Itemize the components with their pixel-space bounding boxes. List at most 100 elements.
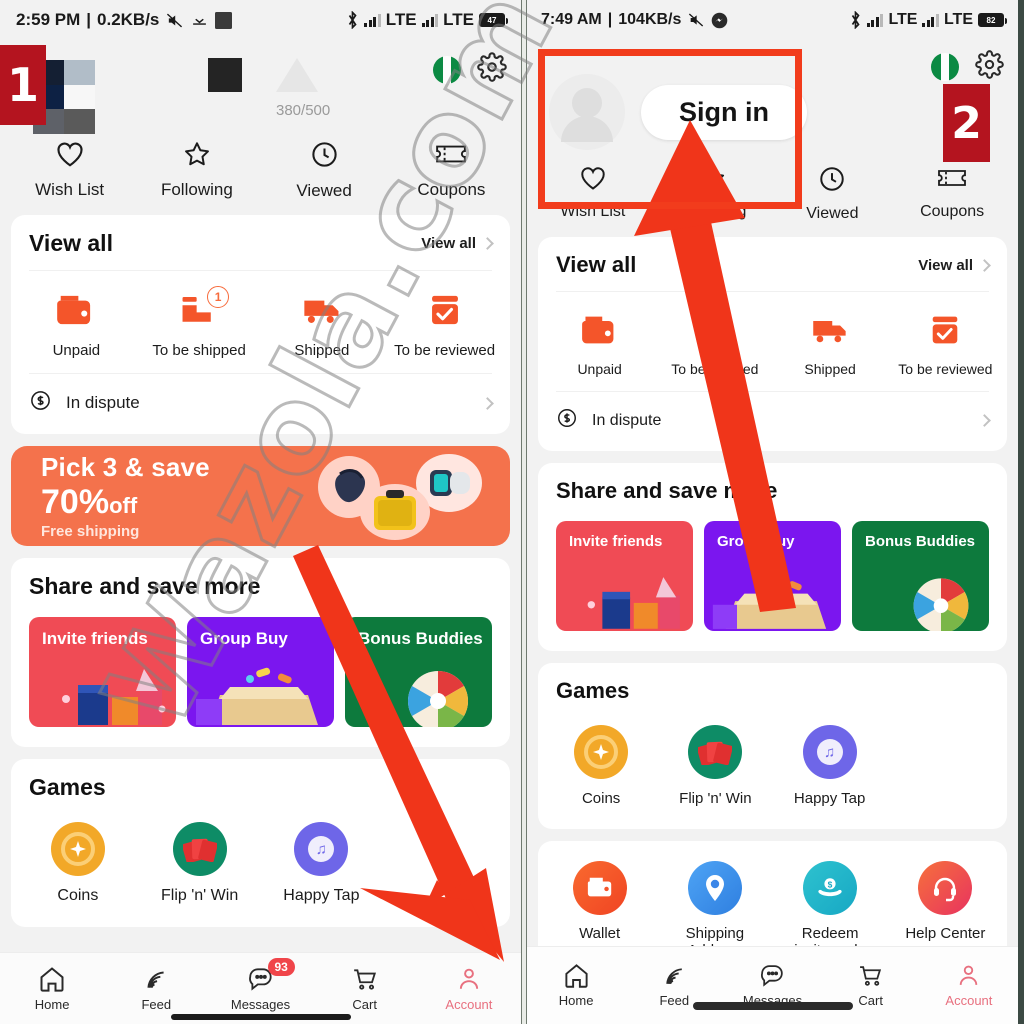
share-tile-bonus-buddies[interactable]: Bonus Buddies (345, 617, 492, 727)
nav-item-feed[interactable]: Feed (104, 966, 208, 1012)
home-indicator (170, 1014, 351, 1020)
quick-link-following[interactable]: Following (133, 140, 260, 201)
order-status-shipped[interactable]: Shipped (261, 293, 384, 359)
in-dispute-row[interactable]: In dispute (538, 392, 1007, 451)
in-dispute-row[interactable]: In dispute (11, 374, 510, 434)
nav-item-home[interactable]: Home (527, 963, 625, 1008)
header-icons-right (931, 50, 1004, 84)
share-tile-group-buy[interactable]: Group Buy (704, 521, 841, 631)
nav-item-account[interactable]: Account (920, 963, 1018, 1008)
status-time: 2:59 PM (16, 10, 81, 29)
cards-icon (172, 822, 227, 876)
service-wallet[interactable]: Wallet (542, 861, 657, 960)
location-pin-icon (687, 861, 742, 915)
svg-text:$: $ (828, 879, 833, 889)
order-status-label: To be shipped (152, 342, 246, 359)
quick-link-label: Coupons (417, 180, 486, 199)
quick-link-viewed[interactable]: Viewed (773, 165, 893, 223)
nav-item-label: Home (558, 993, 594, 1008)
game-flip-n-win[interactable]: Flip 'n' Win (139, 822, 261, 905)
gear-icon[interactable] (975, 50, 1004, 84)
home-icon (40, 966, 64, 992)
battery-icon: 47 (479, 13, 508, 27)
game-happy-tap[interactable]: ♫ Happy Tap (773, 725, 887, 807)
home-icon (565, 964, 588, 988)
nav-item-home[interactable]: Home (0, 966, 104, 1012)
games-card-header: Games (11, 759, 510, 814)
avatar[interactable] (33, 60, 95, 134)
quick-link-wish-list[interactable]: Wish List (6, 140, 133, 201)
share-tile-invite-friends[interactable]: Invite friends (29, 617, 176, 727)
nav-item-label: Feed (659, 993, 690, 1008)
share-tile-bonus-buddies[interactable]: Bonus Buddies (852, 521, 989, 631)
nav-item-account[interactable]: Account (417, 966, 521, 1012)
gear-icon[interactable] (477, 52, 507, 87)
orders-row: Unpaid To be shipped Shipped To be revie… (538, 292, 1007, 391)
game-flip-n-win[interactable]: Flip 'n' Win (658, 725, 772, 807)
sign-in-button[interactable]: Sign in (641, 85, 807, 140)
share-card-right: Share and save more Invite friends Group… (538, 463, 1007, 651)
dollar-refund-icon (29, 389, 52, 417)
share-tile-label: Bonus Buddies (865, 533, 976, 550)
nav-item-label: Messages (230, 996, 291, 1012)
chevron-right-icon (978, 258, 991, 272)
share-tile-label: Invite friends (42, 629, 148, 648)
nav-item-messages[interactable]: 93 Messages (208, 957, 312, 1012)
order-status-label: To be reviewed (394, 342, 496, 359)
game-coins[interactable]: Coins (17, 822, 139, 905)
order-status-to-be-reviewed[interactable]: To be reviewed (383, 293, 506, 359)
quick-link-coupons[interactable]: Coupons (892, 165, 1012, 223)
status-time: 7:49 AM (541, 11, 602, 28)
wallet-circle-icon (572, 861, 627, 915)
order-status-to-be-shipped[interactable]: 1 To be shipped (138, 286, 261, 359)
game-coins[interactable]: Coins (544, 725, 658, 807)
default-avatar-icon[interactable] (549, 74, 625, 150)
promo-line-3: Free shipping (41, 523, 140, 540)
headset-icon (918, 861, 973, 915)
quick-link-viewed[interactable]: Viewed (261, 140, 388, 201)
game-label: Happy Tap (793, 790, 866, 807)
battery-level: 82 (979, 14, 1003, 26)
header-icons-left (433, 52, 507, 87)
share-card-title: Share and save more (556, 478, 778, 503)
share-tile-invite-friends[interactable]: Invite friends (556, 521, 693, 631)
order-status-to-be-reviewed[interactable]: To be reviewed (888, 314, 1003, 377)
dollar-refund-icon (556, 407, 578, 434)
chevron-right-icon (481, 237, 494, 250)
nav-item-label: Account (945, 993, 993, 1008)
orders-card-right: View all View all Unpaid To be shipped S… (538, 237, 1007, 451)
quick-links-left: Wish List Following Viewed Coupons (0, 140, 521, 215)
order-status-to-be-shipped[interactable]: To be shipped (657, 314, 772, 377)
view-all-link[interactable]: View all (421, 235, 494, 252)
cart-icon (860, 966, 882, 986)
game-slot-empty (887, 725, 1001, 807)
game-label: Coins (57, 887, 99, 904)
quick-link-following[interactable]: Following (653, 165, 773, 223)
view-all-link[interactable]: View all (918, 257, 991, 274)
star-icon (182, 140, 212, 173)
order-status-shipped[interactable]: Shipped (773, 314, 888, 377)
order-status-unpaid[interactable]: Unpaid (542, 314, 657, 377)
promo-banner[interactable]: Pick 3 & save 70%off Free shipping (11, 446, 510, 546)
nav-item-label: Cart (352, 996, 377, 1012)
quick-link-coupons[interactable]: Coupons (388, 140, 515, 201)
service-redeem-invite-code[interactable]: $ Redeem invite code (773, 861, 888, 960)
nigeria-flag-icon[interactable] (433, 55, 461, 84)
nav-item-label: Cart (858, 993, 883, 1008)
missed-call-icon (190, 12, 209, 29)
quick-link-wish-list[interactable]: Wish List (533, 165, 653, 223)
service-help-center[interactable]: Help Center (888, 861, 1003, 960)
game-happy-tap[interactable]: ♫ Happy Tap (261, 822, 383, 905)
signal-bars-2-icon (421, 13, 439, 27)
nav-item-cart[interactable]: Cart (313, 966, 417, 1012)
order-status-unpaid[interactable]: Unpaid (15, 293, 138, 359)
status-bar-right: 7:49 AM | 104KB/s LTE LTE 82 (527, 0, 1018, 40)
share-tile-group-buy[interactable]: Group Buy (187, 617, 334, 727)
mute-icon (687, 12, 705, 28)
quick-link-label: Coupons (920, 203, 985, 220)
game-slot-empty (382, 822, 504, 905)
share-tile-label: Group Buy (717, 533, 795, 550)
service-shipping-address[interactable]: Shipping Address (657, 861, 772, 960)
signal-bars-1-icon (866, 13, 884, 27)
nigeria-flag-icon[interactable] (931, 53, 959, 81)
